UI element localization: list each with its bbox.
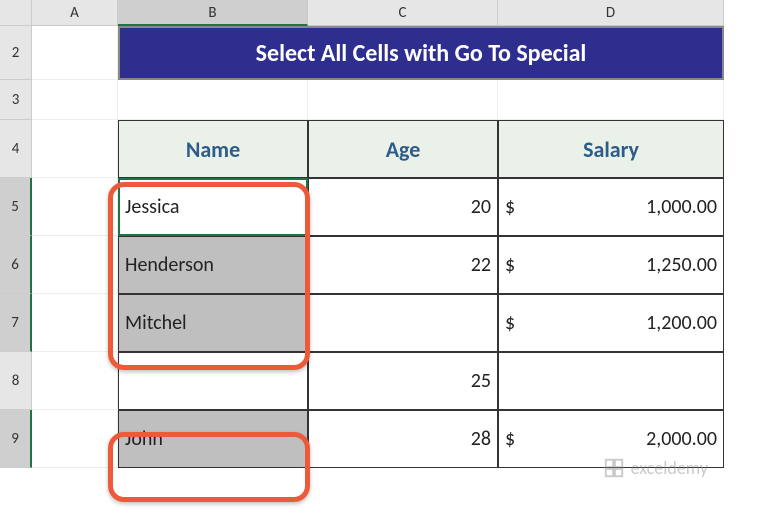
cell-a6[interactable] [32,236,118,294]
cell-a8[interactable] [32,352,118,410]
row-2: 2 Select All Cells with Go To Special [0,26,768,80]
cell-c7[interactable] [308,294,498,352]
title-cell[interactable]: Select All Cells with Go To Special [118,26,724,80]
row-header-6[interactable]: 6 [0,236,32,294]
salary-value: 1,250.00 [646,253,717,277]
cell-a4[interactable] [32,120,118,178]
cell-d8[interactable] [498,352,724,410]
cell-b5[interactable]: Jessica [118,178,308,236]
col-header-a[interactable]: A [32,0,118,26]
row-6: 6 Henderson 22 $ 1,250.00 [0,236,768,294]
cell-d7[interactable]: $ 1,200.00 [498,294,724,352]
row-header-7[interactable]: 7 [0,294,32,352]
cell-c6[interactable]: 22 [308,236,498,294]
row-5: 5 Jessica 20 $ 1,000.00 [0,178,768,236]
col-header-c[interactable]: C [308,0,498,26]
currency-symbol: $ [505,311,515,335]
cell-d6[interactable]: $ 1,250.00 [498,236,724,294]
salary-value: 2,000.00 [646,427,717,451]
header-age[interactable]: Age [308,120,498,178]
salary-value: 1,200.00 [646,311,717,335]
cell-a7[interactable] [32,294,118,352]
row-header-5[interactable]: 5 [0,178,32,236]
spreadsheet-area: A B C D 2 Select All Cells with Go To Sp… [0,0,768,519]
cell-a5[interactable] [32,178,118,236]
watermark: exceldemy [603,457,708,479]
select-all-corner[interactable] [0,0,32,26]
row-7: 7 Mitchel $ 1,200.00 [0,294,768,352]
currency-symbol: $ [505,427,515,451]
cell-a2[interactable] [32,26,118,80]
cell-b8[interactable] [118,352,308,410]
cell-c3[interactable] [308,80,498,120]
salary-value: 1,000.00 [646,195,717,219]
cell-d5[interactable]: $ 1,000.00 [498,178,724,236]
header-salary[interactable]: Salary [498,120,724,178]
row-4: 4 Name Age Salary [0,120,768,178]
currency-symbol: $ [505,195,515,219]
cell-b7[interactable]: Mitchel [118,294,308,352]
row-header-8[interactable]: 8 [0,352,32,410]
col-header-b[interactable]: B [118,0,308,26]
cell-c9[interactable]: 28 [308,410,498,468]
exceldemy-icon [603,457,625,479]
col-header-d[interactable]: D [498,0,724,26]
cell-a9[interactable] [32,410,118,468]
row-header-9[interactable]: 9 [0,410,32,468]
currency-symbol: $ [505,253,515,277]
header-name[interactable]: Name [118,120,308,178]
cell-b9[interactable]: John [118,410,308,468]
cell-b6[interactable]: Henderson [118,236,308,294]
cell-a3[interactable] [32,80,118,120]
row-8: 8 25 [0,352,768,410]
cell-c8[interactable]: 25 [308,352,498,410]
row-header-4[interactable]: 4 [0,120,32,178]
cell-c5[interactable]: 20 [308,178,498,236]
watermark-text: exceldemy [631,457,708,479]
row-header-3[interactable]: 3 [0,80,32,120]
cell-d3[interactable] [498,80,724,120]
column-headers: A B C D [0,0,768,26]
row-header-2[interactable]: 2 [0,26,32,80]
cell-b3[interactable] [118,80,308,120]
row-3: 3 [0,80,768,120]
